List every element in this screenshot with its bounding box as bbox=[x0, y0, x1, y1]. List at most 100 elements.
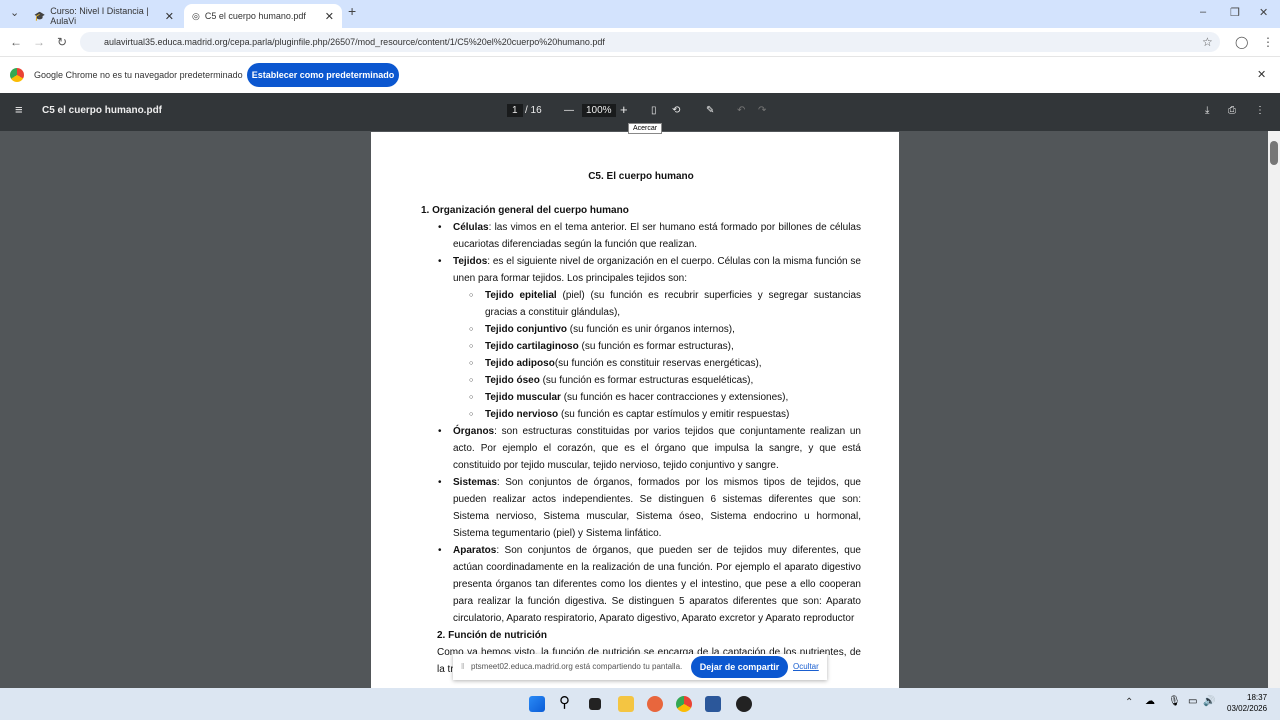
print-icon[interactable]: ⎙ bbox=[1228, 105, 1236, 116]
text: Tejido conjuntivo bbox=[485, 324, 568, 335]
text: (su función es unir órganos internos), bbox=[567, 324, 735, 335]
pdf-page: C5. El cuerpo humano 1. Organización gen… bbox=[371, 132, 899, 692]
tab-pdf[interactable]: ◎ C5 el cuerpo humano.pdf ✕ bbox=[184, 4, 342, 28]
download-icon[interactable]: ⤓ bbox=[1205, 105, 1209, 116]
list-item: Órganos: son estructuras constituidas po… bbox=[421, 423, 861, 474]
clock-time[interactable]: 18:37 bbox=[1247, 693, 1267, 702]
set-default-button[interactable]: Establecer como predeterminado bbox=[247, 63, 399, 87]
profile-icon[interactable]: ◯ bbox=[1235, 35, 1248, 49]
taskbar: ⚲ ⌃ ☁ 🎙 ▭ 🔊 18:37 03/02/2026 bbox=[0, 688, 1280, 720]
list-item: Aparatos: Son conjuntos de órganos, que … bbox=[421, 542, 861, 627]
url-input[interactable]: aulavirtual35.educa.madrid.org/cepa.parl… bbox=[80, 32, 1220, 52]
sublist-item: Tejido muscular (su función es hacer con… bbox=[421, 389, 861, 406]
sidebar-menu-icon[interactable]: ≡ bbox=[15, 102, 23, 117]
text: : Son conjuntos de órganos, que pueden s… bbox=[453, 545, 861, 624]
tab-label: C5 el cuerpo humano.pdf bbox=[204, 11, 306, 21]
sublist-item: Tejido cartilaginoso (su función es form… bbox=[421, 338, 861, 355]
sublist-item: Tejido nervioso (su función es captar es… bbox=[421, 406, 861, 423]
back-icon[interactable]: ← bbox=[10, 35, 22, 49]
zoom-out-icon[interactable]: — bbox=[564, 105, 574, 116]
address-bar: ← → ↻ aulavirtual35.educa.madrid.org/cep… bbox=[0, 28, 1280, 57]
url-text: aulavirtual35.educa.madrid.org/cepa.parl… bbox=[104, 37, 605, 47]
text: Células bbox=[453, 222, 489, 233]
search-icon[interactable]: ⚲ bbox=[559, 695, 575, 712]
new-tab-button[interactable]: + bbox=[348, 3, 356, 19]
close-icon[interactable]: ✕ bbox=[1257, 68, 1266, 81]
text: (su función es formar estructuras esquel… bbox=[539, 375, 754, 386]
sublist-item: Tejido óseo (su función es formar estruc… bbox=[421, 372, 861, 389]
stop-sharing-button[interactable]: Dejar de compartir bbox=[691, 656, 788, 678]
sublist-item: Tejido adiposo(su función es constituir … bbox=[421, 355, 861, 372]
file-explorer-icon[interactable] bbox=[618, 696, 634, 712]
firefox-icon[interactable] bbox=[647, 696, 663, 712]
text: (su función es hacer contracciones y ext… bbox=[560, 392, 789, 403]
network-icon[interactable]: ▭ bbox=[1188, 696, 1197, 707]
text: Tejidos bbox=[453, 256, 488, 267]
tray-chevron-icon[interactable]: ⌃ bbox=[1125, 697, 1133, 708]
cloud-icon[interactable]: ☁ bbox=[1145, 696, 1155, 707]
text: : son estructuras constituidas por vario… bbox=[453, 426, 861, 471]
tab-aulavirtual[interactable]: 🎓 Curso: Nivel I Distancia | AulaVi ✕ bbox=[26, 4, 182, 28]
text: Tejido adiposo bbox=[485, 358, 555, 369]
file-name: C5 el cuerpo humano.pdf bbox=[42, 105, 163, 116]
section-heading: 2. Función de nutrición bbox=[437, 630, 547, 641]
text: Tejido nervioso bbox=[485, 409, 559, 420]
text: Tejido óseo bbox=[485, 375, 540, 386]
share-text: ptsmeet02.educa.madrid.org está comparti… bbox=[471, 662, 683, 671]
windows-start-icon[interactable] bbox=[529, 696, 545, 712]
course-icon: 🎓 bbox=[34, 10, 46, 21]
clock-date[interactable]: 03/02/2026 bbox=[1227, 704, 1267, 713]
infobar-text: Google Chrome no es tu navegador predete… bbox=[34, 70, 243, 80]
screen-share-bar: ‖ ptsmeet02.educa.madrid.org está compar… bbox=[453, 654, 827, 680]
text: (su función es constituir reservas energ… bbox=[554, 358, 762, 369]
close-icon[interactable]: ✕ bbox=[165, 10, 174, 23]
obs-icon[interactable] bbox=[736, 696, 752, 712]
chrome-taskbar-icon[interactable] bbox=[676, 696, 692, 712]
list-item: Tejidos: es el siguiente nivel de organi… bbox=[421, 253, 861, 423]
text: (su función es captar estímulos y emitir… bbox=[558, 409, 790, 420]
reload-icon[interactable]: ↻ bbox=[57, 35, 67, 49]
rotate-icon[interactable]: ⟲ bbox=[672, 105, 680, 116]
section-heading: 1. Organización general del cuerpo human… bbox=[421, 205, 629, 216]
close-icon[interactable]: ✕ bbox=[325, 10, 334, 23]
text: : Son conjuntos de órganos, formados por… bbox=[453, 477, 861, 539]
menu-icon[interactable]: ⋮ bbox=[1262, 35, 1274, 49]
text: Órganos bbox=[453, 426, 495, 437]
close-window-button[interactable]: ✕ bbox=[1259, 6, 1268, 19]
pdf-viewer: ≡ C5 el cuerpo humano.pdf 1 / 16 — 100% … bbox=[0, 93, 1280, 692]
text: Tejido epitelial bbox=[485, 290, 557, 301]
default-browser-infobar: Google Chrome no es tu navegador predete… bbox=[0, 57, 1280, 93]
chrome-icon bbox=[10, 68, 24, 82]
forward-icon[interactable]: → bbox=[33, 35, 45, 49]
zoom-input[interactable]: 100% bbox=[582, 104, 616, 117]
redo-icon[interactable]: ↷ bbox=[758, 105, 766, 116]
text: Tejido cartilaginoso bbox=[485, 341, 579, 352]
word-icon[interactable] bbox=[705, 696, 721, 712]
more-icon[interactable]: ⋮ bbox=[1255, 105, 1265, 116]
tab-list-icon[interactable]: ⌄ bbox=[10, 6, 19, 19]
volume-icon[interactable]: 🔊 bbox=[1203, 696, 1215, 707]
hide-link[interactable]: Ocultar bbox=[793, 662, 819, 671]
task-view-icon[interactable] bbox=[589, 698, 601, 710]
list-item: Células: las vimos en el tema anterior. … bbox=[421, 219, 861, 253]
scrollbar[interactable] bbox=[1268, 131, 1280, 688]
fit-page-icon[interactable]: ▯ bbox=[651, 105, 657, 116]
sublist-item: Tejido conjuntivo (su función es unir ór… bbox=[421, 321, 861, 338]
zoom-in-tooltip: Acercar bbox=[628, 123, 663, 134]
page-number-input[interactable]: 1 bbox=[507, 104, 523, 117]
microphone-icon[interactable]: 🎙 bbox=[1168, 696, 1181, 707]
scrollbar-thumb[interactable] bbox=[1270, 141, 1278, 165]
undo-icon[interactable]: ↶ bbox=[737, 105, 745, 116]
minimize-button[interactable]: – bbox=[1200, 6, 1206, 18]
list-item: Sistemas: Son conjuntos de órganos, form… bbox=[421, 474, 861, 542]
maximize-button[interactable]: ❐ bbox=[1230, 6, 1240, 19]
drag-handle-icon[interactable]: ‖ bbox=[461, 662, 464, 671]
zoom-in-icon[interactable]: + bbox=[620, 102, 628, 117]
page-total: / 16 bbox=[525, 105, 542, 116]
text: (su función es formar estructuras), bbox=[578, 341, 734, 352]
annotate-icon[interactable]: ✎ bbox=[706, 105, 714, 116]
bookmark-star-icon[interactable]: ☆ bbox=[1202, 35, 1213, 49]
tab-label: Curso: Nivel I Distancia | AulaVi bbox=[50, 6, 149, 26]
tab-strip: ⌄ 🎓 Curso: Nivel I Distancia | AulaVi ✕ ◎ C… bbox=[0, 0, 1280, 28]
text: Aparatos bbox=[453, 545, 497, 556]
